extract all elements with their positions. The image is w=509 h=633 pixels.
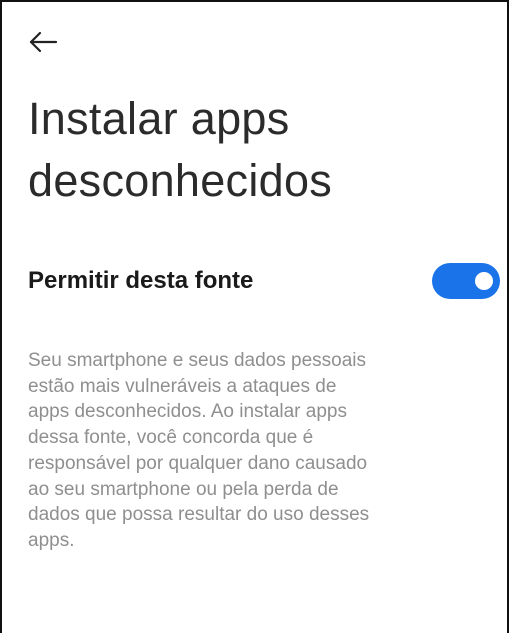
setting-label: Permitir desta fonte [28, 267, 254, 294]
screen: Instalar apps desconhecidos Permitir des… [0, 0, 509, 633]
description-line: ao seu smartphone ou pela perda de [28, 478, 339, 500]
description-line: dados que possa resultar do uso desses [28, 504, 370, 526]
warning-description: Seu smartphone e seus dados pessoais est… [28, 348, 498, 554]
description-line: apps desconhecidos. Ao instalar apps [28, 401, 347, 423]
allow-from-source-setting[interactable]: Permitir desta fonte [28, 254, 500, 308]
back-button[interactable] [28, 24, 68, 60]
page-title-line: desconhecidos [28, 155, 333, 206]
description-line: Seu smartphone e seus dados pessoais [28, 350, 366, 371]
page-title-line: Instalar apps [28, 93, 290, 144]
description-line: apps. [28, 529, 75, 551]
description-line: estão mais vulneráveis a ataques de [28, 375, 337, 397]
description-line: dessa fonte, você concorda que é [28, 427, 314, 449]
allow-from-source-toggle[interactable] [432, 263, 500, 299]
toggle-knob [475, 272, 493, 290]
page-title: Instalar apps desconhecidos [28, 88, 488, 212]
arrow-left-icon [28, 31, 58, 53]
description-line: responsável por qualquer dano causado [28, 452, 368, 474]
